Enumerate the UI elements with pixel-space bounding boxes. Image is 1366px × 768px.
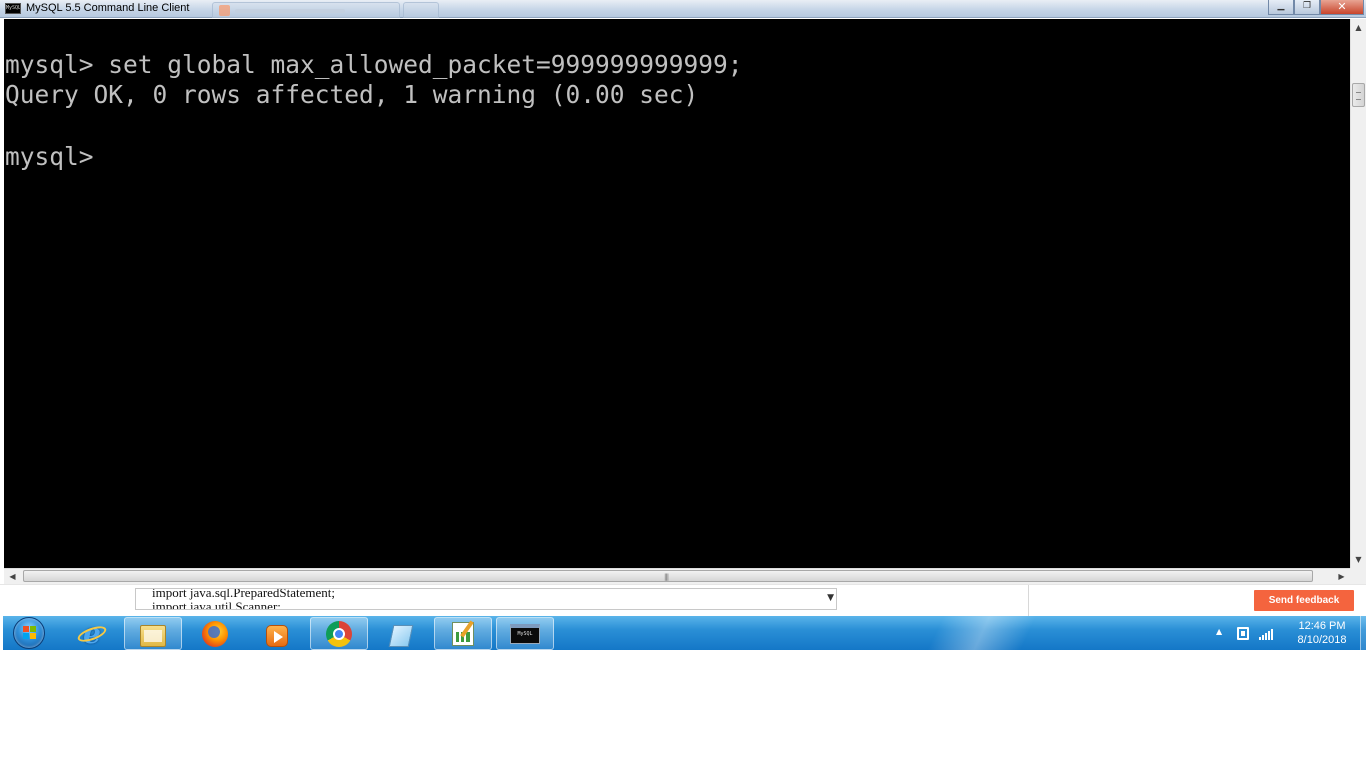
console-line: Query OK, 0 rows affected, 1 warning (0.… bbox=[5, 80, 699, 109]
show-desktop-button[interactable] bbox=[1360, 616, 1366, 650]
console-line: mysql> set global max_allowed_packet=999… bbox=[5, 50, 743, 79]
editor-icon bbox=[452, 621, 474, 646]
chrome-icon bbox=[326, 620, 352, 647]
clock-time: 12:46 PM bbox=[1298, 620, 1346, 632]
scroll-left-arrow-icon[interactable]: ◀ bbox=[4, 569, 21, 584]
taskbar-media-player[interactable] bbox=[248, 617, 306, 650]
caption-buttons: ▁ ❐ ✕ bbox=[1268, 0, 1364, 15]
scroll-corner bbox=[1350, 568, 1366, 584]
vertical-scroll-thumb[interactable] bbox=[1352, 83, 1365, 107]
panel-divider bbox=[1028, 585, 1029, 617]
window-title: MySQL 5.5 Command Line Client bbox=[26, 2, 190, 14]
folder-icon bbox=[140, 624, 166, 647]
console-icon: MySQL bbox=[510, 623, 540, 644]
media-player-icon bbox=[266, 624, 288, 647]
vertical-scrollbar[interactable]: ▲ ▼ bbox=[1350, 19, 1366, 568]
minimize-button[interactable]: ▁ bbox=[1268, 0, 1294, 15]
console-prompt[interactable]: mysql> bbox=[5, 142, 108, 172]
taskbar-mysql-console[interactable]: MySQL bbox=[496, 617, 554, 650]
start-button[interactable] bbox=[7, 616, 53, 650]
background-window: import java.sql.PreparedStatement; impor… bbox=[0, 584, 1366, 617]
start-orb-icon bbox=[13, 617, 45, 649]
mysql-app-icon[interactable]: MySQL bbox=[5, 3, 21, 14]
scroll-right-arrow-icon[interactable]: ▶ bbox=[1333, 569, 1350, 584]
scroll-down-arrow-icon[interactable]: ▼ bbox=[1351, 551, 1366, 568]
background-browser-tab[interactable] bbox=[212, 2, 400, 18]
taskbar: e MySQL ▲ 12:46 PM 8/10/2018 bbox=[3, 616, 1366, 650]
close-button[interactable]: ✕ bbox=[1320, 0, 1364, 15]
notepad-icon bbox=[388, 624, 414, 647]
taskbar-notepad[interactable] bbox=[372, 617, 430, 650]
windows-flag-icon bbox=[23, 626, 37, 640]
code-snippet-box[interactable]: import java.sql.PreparedStatement; impor… bbox=[135, 588, 837, 610]
scroll-up-arrow-icon[interactable]: ▲ bbox=[1351, 19, 1366, 36]
scroll-grip-icon: ||| bbox=[664, 573, 669, 581]
maximize-button[interactable]: ❐ bbox=[1294, 0, 1320, 15]
taskbar-decoration bbox=[883, 616, 1083, 650]
system-tray: ▲ 12:46 PM 8/10/2018 bbox=[1208, 616, 1366, 650]
chevron-down-icon[interactable]: ▼ bbox=[827, 593, 834, 603]
clock-date: 8/10/2018 bbox=[1297, 634, 1347, 646]
network-signal-icon[interactable] bbox=[1259, 628, 1275, 640]
tab-label-placeholder bbox=[235, 9, 345, 13]
taskbar-editor[interactable] bbox=[434, 617, 492, 650]
tab-favicon-icon bbox=[219, 5, 230, 16]
internet-explorer-icon: e bbox=[75, 619, 109, 647]
taskbar-internet-explorer[interactable]: e bbox=[63, 617, 121, 650]
show-hidden-icons-arrow-icon[interactable]: ▲ bbox=[1216, 627, 1222, 636]
battery-icon[interactable] bbox=[1237, 627, 1249, 640]
send-feedback-button[interactable]: Send feedback bbox=[1254, 590, 1354, 611]
clock[interactable]: 12:46 PM 8/10/2018 bbox=[1286, 619, 1358, 647]
background-new-tab[interactable] bbox=[403, 2, 439, 18]
taskbar-file-explorer[interactable] bbox=[124, 617, 182, 650]
horizontal-scrollbar[interactable]: ◀ ||| ▶ bbox=[4, 568, 1350, 584]
code-line: import java.util.Scanner; bbox=[152, 599, 281, 610]
horizontal-scroll-thumb[interactable]: ||| bbox=[23, 570, 1313, 582]
console-output[interactable]: mysql> set global max_allowed_packet=999… bbox=[4, 19, 1350, 568]
title-bar[interactable]: MySQL MySQL 5.5 Command Line Client ▁ ❐ … bbox=[0, 0, 1366, 18]
taskbar-chrome[interactable] bbox=[310, 617, 368, 650]
firefox-icon bbox=[202, 620, 228, 647]
taskbar-firefox[interactable] bbox=[186, 617, 244, 650]
